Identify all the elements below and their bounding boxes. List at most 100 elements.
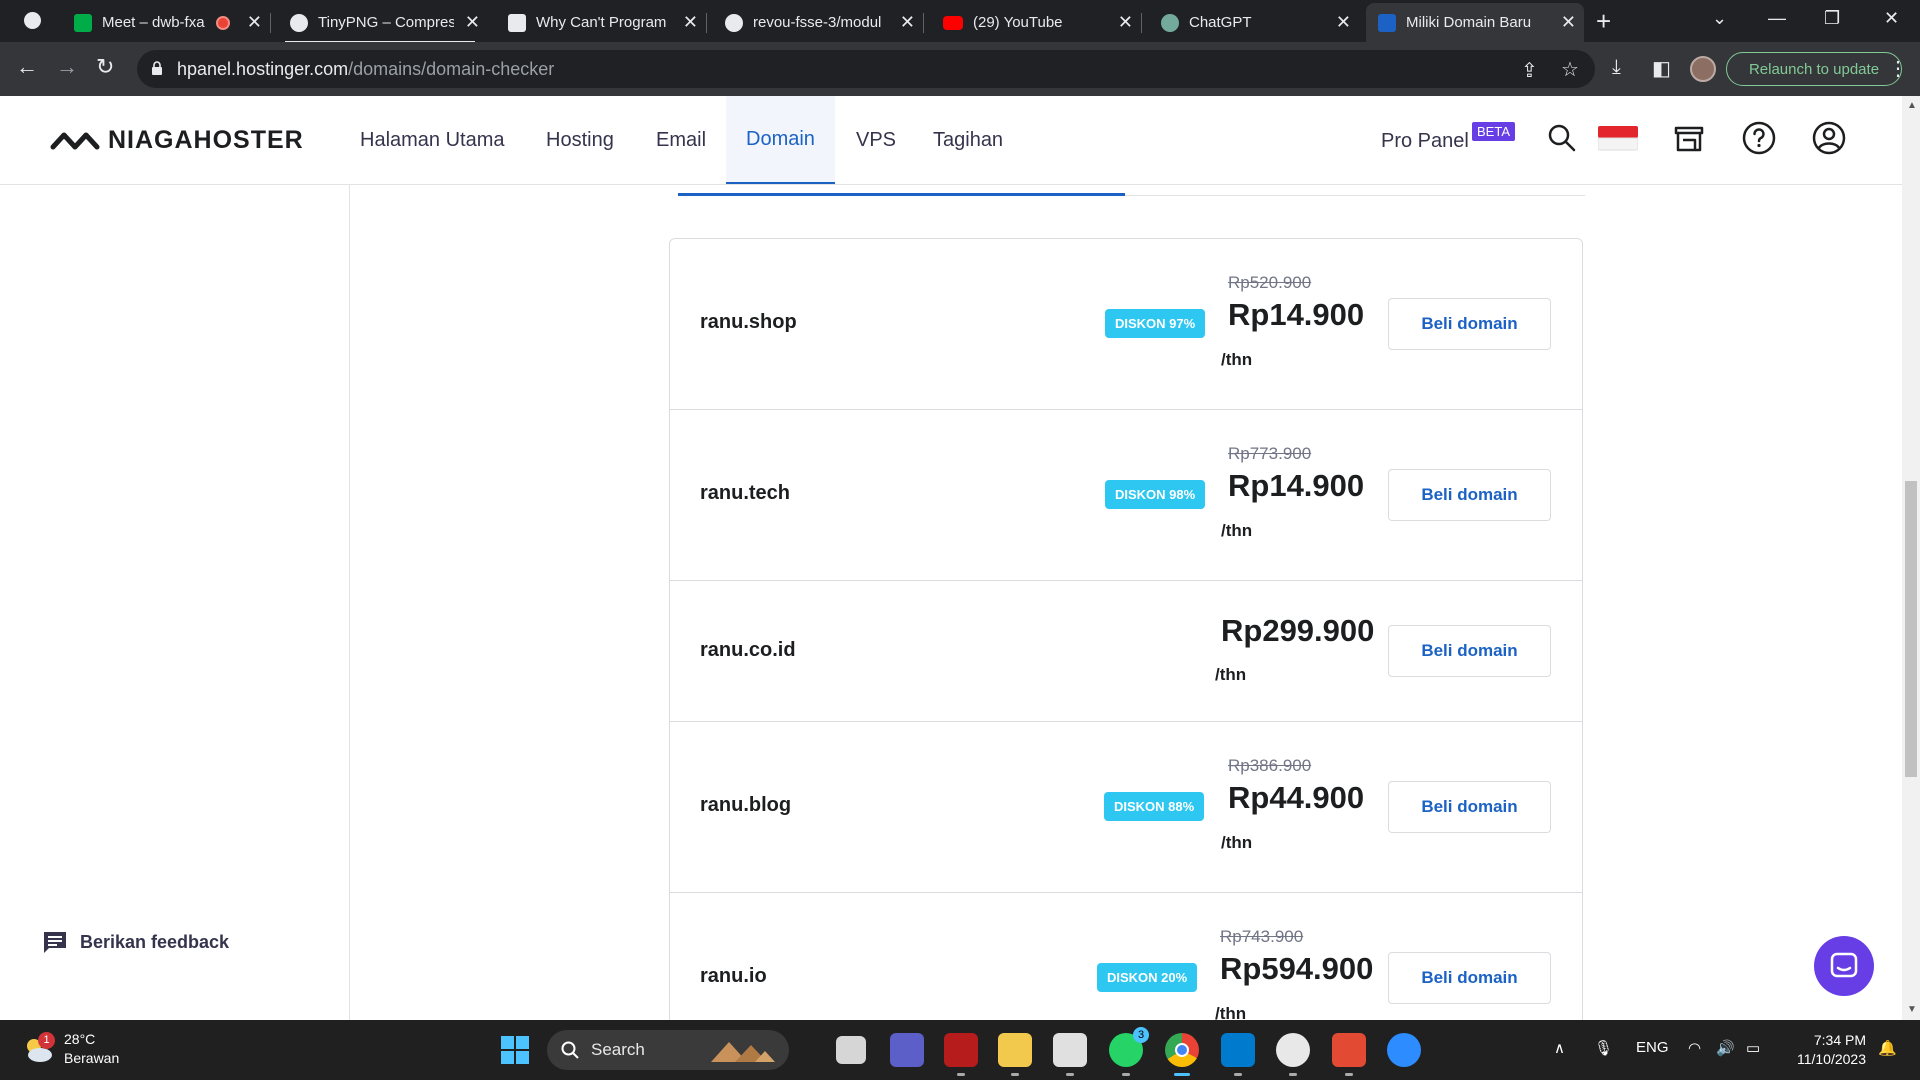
weather-widget[interactable]: 1 28°C Berawan — [22, 1030, 119, 1068]
menu-kebab-icon[interactable]: ⋮ — [1888, 56, 1908, 81]
tab-youtube[interactable]: (29) YouTube ✕ — [931, 3, 1142, 42]
close-tab-icon[interactable]: ✕ — [1561, 12, 1576, 33]
clock[interactable]: 7:34 PM 11/10/2023 — [1786, 1031, 1866, 1069]
weather-temp: 28°C — [64, 1031, 96, 1047]
feedback-button[interactable]: Berikan feedback — [42, 930, 229, 954]
tab-title: revou-fsse-3/modul — [753, 14, 882, 31]
teams-icon[interactable] — [890, 1033, 924, 1067]
close-tab-icon[interactable]: ✕ — [1118, 12, 1133, 33]
new-tab-button[interactable]: + — [1596, 6, 1611, 37]
battery-icon[interactable]: ▭ — [1746, 1039, 1760, 1057]
tab-search-icon[interactable]: ⌄ — [1712, 8, 1727, 29]
nav-halaman-utama[interactable]: Halaman Utama — [360, 96, 505, 184]
slack-icon[interactable] — [1276, 1033, 1310, 1076]
pro-panel-link[interactable]: Pro Panel — [1381, 130, 1469, 153]
help-icon[interactable] — [1741, 120, 1777, 156]
zoom-icon[interactable] — [1387, 1033, 1421, 1067]
snipping-tool-icon[interactable] — [1053, 1033, 1087, 1076]
close-tab-icon[interactable]: ✕ — [900, 12, 915, 33]
file-explorer-icon[interactable] — [998, 1033, 1032, 1076]
live-chat-button[interactable] — [1814, 936, 1874, 996]
nav-domain[interactable]: Domain — [726, 96, 835, 184]
tab-github[interactable]: revou-fsse-3/modul ✕ — [713, 3, 924, 42]
tinypng-icon — [290, 13, 308, 32]
tab-title: (29) YouTube — [973, 14, 1063, 31]
notification-bell-icon[interactable]: 🔔 — [1878, 1039, 1897, 1057]
reload-button[interactable]: ↻ — [96, 54, 114, 80]
profile-avatar[interactable] — [1690, 56, 1716, 82]
volume-icon[interactable]: 🔊 — [1716, 1039, 1735, 1057]
original-price: Rp386.900 — [1228, 756, 1312, 775]
microphone-icon[interactable]: 🎙 — [1594, 1039, 1613, 1057]
main-content: ranu.shop DISKON 97% Rp520.900 Rp14.900 … — [351, 185, 1902, 1020]
profile-dot-icon[interactable] — [24, 12, 41, 29]
scroll-thumb[interactable] — [1905, 481, 1917, 777]
bookmark-star-icon[interactable]: ☆ — [1561, 57, 1579, 82]
whatsapp-icon[interactable]: 3 — [1109, 1027, 1149, 1076]
tab-tinypng[interactable]: TinyPNG – Compress ✕ — [278, 3, 488, 42]
price: Rp14.900 — [1228, 297, 1365, 332]
domain-name: ranu.co.id — [700, 639, 796, 661]
restore-button[interactable]: ❐ — [1824, 8, 1840, 29]
nav-tagihan[interactable]: Tagihan — [933, 96, 1003, 184]
address-bar[interactable]: hpanel.hostinger.com/domains/domain-chec… — [137, 50, 1595, 88]
task-view-icon[interactable] — [836, 1036, 866, 1064]
lock-icon — [152, 61, 162, 75]
discount-badge: DISKON 20% — [1097, 963, 1198, 992]
taskbar-search[interactable]: Search — [547, 1030, 789, 1070]
tab-niagahoster[interactable]: Miliki Domain Baru ✕ — [1366, 3, 1584, 42]
relaunch-button[interactable]: Relaunch to update — [1726, 52, 1902, 86]
back-button[interactable]: ← — [16, 54, 38, 80]
download-icon[interactable]: ⤓ — [1612, 56, 1621, 79]
tab-title: Why Can't Program — [536, 14, 667, 31]
price: Rp44.900 — [1228, 780, 1365, 815]
close-window-button[interactable]: ✕ — [1884, 8, 1899, 29]
app-red-icon[interactable] — [944, 1033, 978, 1076]
wifi-icon[interactable]: ◠ — [1688, 1039, 1701, 1057]
buy-domain-button[interactable]: Beli domain — [1388, 298, 1551, 350]
close-tab-icon[interactable]: ✕ — [1336, 12, 1351, 33]
chrome-icon[interactable] — [1165, 1033, 1199, 1076]
nav-email[interactable]: Email — [656, 96, 706, 184]
domain-name: ranu.shop — [700, 311, 797, 333]
side-panel-icon[interactable]: ◧ — [1652, 56, 1671, 81]
tab-why-cant-program[interactable]: Why Can't Program ✕ — [496, 3, 707, 42]
buy-domain-button[interactable]: Beli domain — [1388, 625, 1551, 677]
domain-name: ranu.tech — [700, 482, 791, 504]
buy-domain-button[interactable]: Beli domain — [1388, 781, 1551, 833]
language-indicator[interactable]: ENG — [1636, 1039, 1669, 1056]
close-tab-icon[interactable]: ✕ — [247, 12, 262, 33]
windows-start-icon[interactable] — [501, 1036, 529, 1064]
close-tab-icon[interactable]: ✕ — [465, 12, 480, 33]
sidebar: Berikan feedback — [0, 185, 350, 1020]
buy-domain-button[interactable]: Beli domain — [1388, 952, 1551, 1004]
feedback-label: Berikan feedback — [80, 931, 230, 952]
account-icon[interactable] — [1811, 120, 1847, 156]
chatgpt-icon — [1161, 13, 1179, 32]
brand-logo[interactable]: NIAGAHOSTER — [50, 126, 304, 155]
minimize-button[interactable]: — — [1768, 8, 1786, 29]
weather-badge: 1 — [38, 1032, 55, 1049]
scroll-down-icon[interactable]: ▼ — [1907, 1004, 1917, 1015]
nav-hosting[interactable]: Hosting — [546, 96, 614, 184]
nav-vps[interactable]: VPS — [856, 96, 896, 184]
store-icon[interactable] — [1671, 120, 1707, 156]
app-orange-icon[interactable] — [1332, 1033, 1366, 1076]
clock-date: 11/10/2023 — [1796, 1051, 1866, 1067]
tab-meet[interactable]: Meet – dwb-fxa ✕ — [62, 3, 271, 42]
indonesia-flag-icon[interactable] — [1598, 120, 1638, 156]
close-tab-icon[interactable]: ✕ — [683, 12, 698, 33]
vscode-icon[interactable] — [1221, 1033, 1255, 1076]
pyramids-icon — [711, 1042, 775, 1062]
youtube-icon — [943, 15, 963, 30]
search-icon[interactable] — [1544, 120, 1580, 156]
page-icon — [508, 13, 526, 32]
tray-overflow-icon[interactable]: ∧ — [1554, 1039, 1565, 1057]
google-meet-icon — [74, 13, 92, 32]
tab-chatgpt[interactable]: ChatGPT ✕ — [1149, 3, 1359, 42]
share-icon[interactable]: ⇪ — [1521, 58, 1538, 83]
page-scrollbar[interactable]: ▲ ▼ — [1902, 96, 1920, 1020]
forward-button[interactable]: → — [56, 54, 78, 80]
scroll-up-icon[interactable]: ▲ — [1907, 100, 1917, 111]
buy-domain-button[interactable]: Beli domain — [1388, 469, 1551, 521]
